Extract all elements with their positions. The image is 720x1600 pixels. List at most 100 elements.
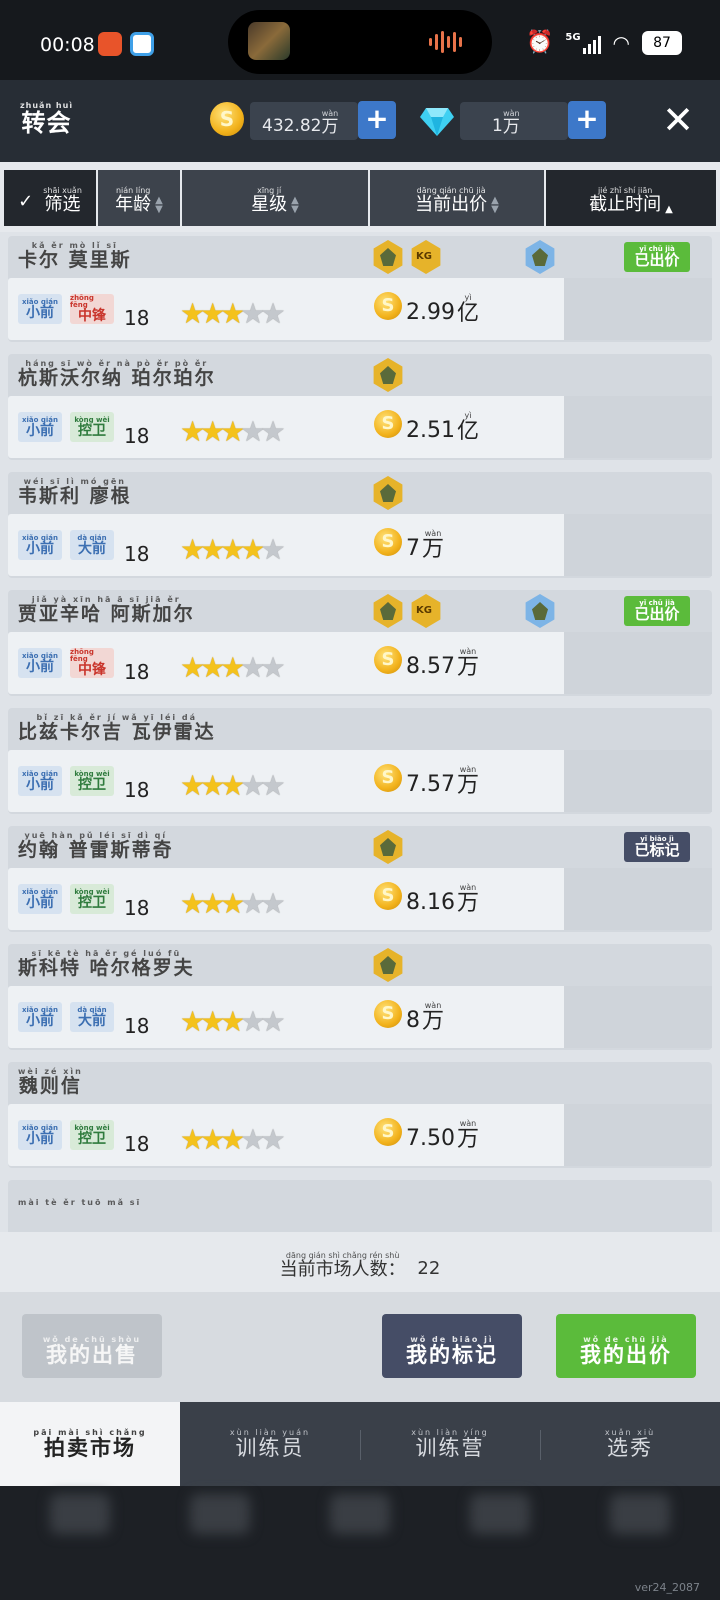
page-title: zhuǎn huì 转会 <box>20 101 74 137</box>
position-badge: kòng wèi 控卫 <box>70 766 114 796</box>
current-bid: 8.57 wàn 万 <box>406 647 479 680</box>
top-bar: zhuǎn huì 转会 S 432.82 wàn 万 + 1 wàn 万 + ✕ <box>0 80 720 162</box>
player-card[interactable]: kǎ ěr mò lǐ sī卡尔 莫里斯 yǐ chū jià已出价 xiǎo qi… <box>8 236 712 342</box>
current-bid: 8.16 wàn 万 <box>406 883 479 916</box>
current-bid: 7 wàn 万 <box>406 529 445 562</box>
position-badge: xiǎo qián 小前 <box>18 1120 62 1150</box>
player-card[interactable]: háng sī wò ěr nà pò ěr pò ěr 杭斯沃尔纳 珀尔珀尔 xi… <box>8 354 712 460</box>
star-rating: ★ ★ ★ ★ ★ <box>180 772 286 800</box>
player-card[interactable]: wéi sī lì mó gēn 韦斯利 廖根 xiǎo qián 小前 dà qián… <box>8 472 712 578</box>
dynamic-island[interactable] <box>228 10 492 74</box>
player-card-partial[interactable]: mài tè ěr tuō mǎ sī <box>8 1180 712 1232</box>
current-bid: 8 wàn 万 <box>406 1001 445 1034</box>
clock-time: 00:08 <box>40 34 95 56</box>
notification-app-icon <box>98 32 122 56</box>
position-badge: xiǎo qián 小前 <box>18 530 62 560</box>
position-badge: zhōng fēng 中锋 <box>70 648 114 678</box>
tab-trainers[interactable]: xùn liàn yuán 训练员 <box>180 1402 360 1486</box>
deadline-box: 00:05:04 <box>564 278 712 340</box>
signal-icon: 5G <box>565 32 601 54</box>
star-rating: ★ ★ ★ ★ ★ <box>180 1126 286 1154</box>
sort-bar: ✓ shāi xuǎn 筛选 nián líng 年龄 ▲ ▼ xīng jí 星级 ▲… <box>0 162 720 232</box>
tab-training-camp[interactable]: xùn liàn yíng 训练营 <box>360 1402 540 1486</box>
gold-trophy-badge-icon <box>373 476 403 510</box>
status-tag: yǐ biāo jì 已标记 <box>624 832 690 862</box>
position-badge: xiǎo qián 小前 <box>18 884 62 914</box>
blurred-icon <box>190 1494 250 1534</box>
position-badge: kòng wèi 控卫 <box>70 1120 114 1150</box>
star-icon: ★ <box>260 533 286 566</box>
player-name: sī kē tè hā ěr gé luó fū 斯科特 哈尔格罗夫 <box>18 949 195 979</box>
sort-current-bid[interactable]: dāng qián chū jià 当前出价 ▲ ▼ <box>370 170 544 226</box>
auction-list[interactable]: kǎ ěr mò lǐ sī卡尔 莫里斯 yǐ chū jià已出价 xiǎo qi… <box>0 232 720 1232</box>
gold-coin-icon: S <box>374 528 402 556</box>
star-rating: ★ ★ ★ ★ ★ <box>180 300 286 328</box>
current-bid: 2.99 yì 亿 <box>406 293 479 326</box>
gold-coin-icon: S <box>374 646 402 674</box>
alarm-icon: ⏰ <box>525 30 554 55</box>
player-age: 18 <box>124 424 150 448</box>
star-icon: ★ <box>260 297 286 330</box>
gold-coin-icon: S <box>374 1000 402 1028</box>
player-age: 18 <box>124 1014 150 1038</box>
player-card[interactable]: bǐ zī kǎ ěr jí wǎ yī léi dá 比兹卡尔吉 瓦伊雷达 xiǎ… <box>8 708 712 814</box>
gold-balance: 432.82 wàn 万 <box>262 109 339 137</box>
deadline-box: 12:18:04 <box>564 986 712 1048</box>
diamond-balance: 1 wàn 万 <box>492 109 520 137</box>
game-thumbnail-icon <box>248 22 290 60</box>
player-card[interactable]: sī kē tè hā ěr gé luó fū 斯科特 哈尔格罗夫 xiǎo qi… <box>8 944 712 1050</box>
blue-trophy-badge-icon <box>525 240 555 274</box>
gold-trophy-badge-icon <box>373 594 403 628</box>
player-name: wéi sī lì mó gēn 韦斯利 廖根 <box>18 477 132 507</box>
star-icon: ★ <box>260 1005 286 1038</box>
blurred-icon <box>610 1494 670 1534</box>
position-badge: dà qián 大前 <box>70 1002 114 1032</box>
position-badge: xiǎo qián 小前 <box>18 1002 62 1032</box>
current-bid: 7.57 wàn 万 <box>406 765 479 798</box>
sort-arrows-icon: ▲ ▼ <box>291 195 299 215</box>
position-badge: zhōng fēng 中锋 <box>70 294 114 324</box>
player-age: 18 <box>124 1132 150 1156</box>
gold-coin-icon: S <box>374 882 402 910</box>
gold-coin-icon: S <box>374 410 402 438</box>
bottom-tab-bar: pāi mài shì chǎng 拍卖市场 xùn liàn yuán 训练员 x… <box>0 1402 720 1486</box>
player-card[interactable]: wèi zé xìn 魏则信 xiǎo qián 小前 kòng wèi 控卫 18 ★ ★ ★ ★… <box>8 1062 712 1168</box>
filter-button[interactable]: ✓ shāi xuǎn 筛选 <box>4 170 96 226</box>
star-rating: ★ ★ ★ ★ ★ <box>180 536 286 564</box>
star-rating: ★ ★ ★ ★ ★ <box>180 890 286 918</box>
gold-trophy-badge-icon <box>373 358 403 392</box>
my-sale-button[interactable]: wǒ de chū shòu 我的出售 <box>22 1314 162 1378</box>
current-bid: 2.51 yì 亿 <box>406 411 479 444</box>
status-tag: yǐ chū jià 已出价 <box>624 242 690 272</box>
tab-auction-market[interactable]: pāi mài shì chǎng 拍卖市场 <box>0 1402 180 1486</box>
audio-wave-icon <box>429 30 462 54</box>
sort-arrows-icon: ▲ ▼ <box>491 195 499 215</box>
position-badge: xiǎo qián 小前 <box>18 294 62 324</box>
star-rating: ★ ★ ★ ★ ★ <box>180 1008 286 1036</box>
my-bid-button[interactable]: wǒ de chū jià 我的出价 <box>556 1314 696 1378</box>
sort-age[interactable]: nián líng 年龄 ▲ ▼ <box>98 170 180 226</box>
version-label: ver24_2087 <box>634 1581 700 1594</box>
my-mark-button[interactable]: wǒ de biāo jì 我的标记 <box>382 1314 522 1378</box>
tab-draft[interactable]: xuǎn xiù 选秀 <box>540 1402 720 1486</box>
gold-trophy-badge-icon <box>373 240 403 274</box>
add-diamond-button[interactable]: + <box>568 101 606 139</box>
blurred-icon <box>470 1494 530 1534</box>
add-gold-button[interactable]: + <box>358 101 396 139</box>
star-icon: ★ <box>260 1123 286 1156</box>
close-icon[interactable]: ✕ <box>660 100 696 140</box>
gold-coin-icon: S <box>374 764 402 792</box>
sort-deadline[interactable]: jié zhǐ shí jiān 截止时间 ▲ <box>546 170 716 226</box>
player-age: 18 <box>124 306 150 330</box>
current-bid: 7.50 wàn 万 <box>406 1119 479 1152</box>
player-age: 18 <box>124 660 150 684</box>
sort-ascending-icon: ▲ <box>665 204 673 215</box>
kg-badge-icon <box>411 240 441 274</box>
market-player-count: dāng qián shì chǎng rén shù 当前市场人数： 22 <box>0 1232 720 1292</box>
blue-trophy-badge-icon <box>525 594 555 628</box>
player-card[interactable]: yuē hàn pǔ léi sī dì qí 约翰 普雷斯蒂奇 yǐ biāo j… <box>8 826 712 932</box>
status-tag: yǐ chū jià 已出价 <box>624 596 690 626</box>
player-card[interactable]: jiǎ yà xīn hā ā sī jiā ěr贾亚辛哈 阿斯加尔 yǐ chū… <box>8 590 712 696</box>
star-icon: ★ <box>260 887 286 920</box>
sort-star[interactable]: xīng jí 星级 ▲ ▼ <box>182 170 368 226</box>
